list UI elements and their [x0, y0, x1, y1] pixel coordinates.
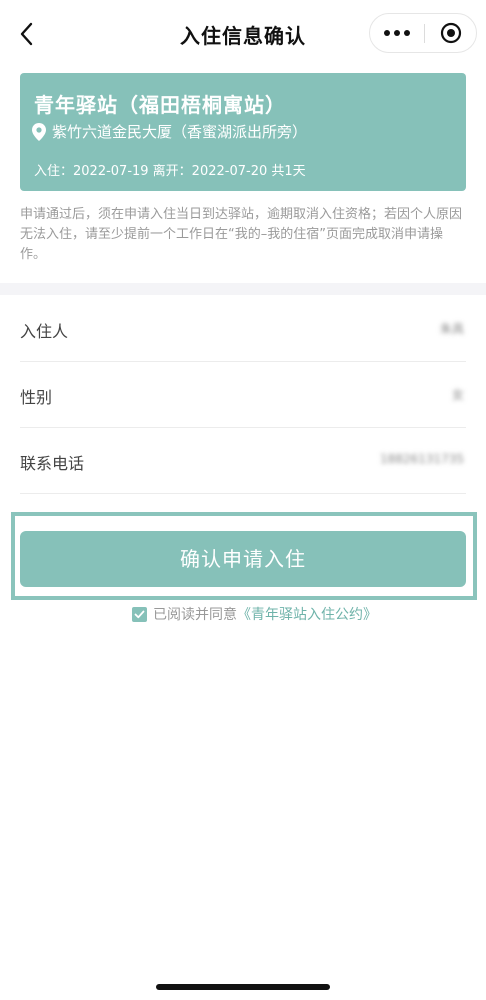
form-row-gender: 性别 女	[20, 362, 466, 428]
guest-label: 入住人	[20, 322, 69, 341]
target-close-icon	[440, 22, 462, 44]
checkmark-icon	[134, 610, 145, 618]
hostel-info-card: 青年驿站（福田梧桐寓站） 紫竹六道金民大厦（香蜜湖派出所旁） 入住：2022-0…	[20, 73, 466, 191]
close-mini-program-button[interactable]	[425, 14, 477, 52]
navigation-bar: 入住信息确认	[0, 0, 486, 66]
agreement-checkbox[interactable]	[132, 606, 147, 622]
more-dots-icon	[384, 30, 390, 36]
hostel-address: 紫竹六道金民大厦（香蜜湖派出所旁）	[32, 121, 307, 142]
guest-value: 朱具	[439, 322, 464, 336]
stay-dates: 入住：2022-07-19 离开：2022-07-20 共1天	[34, 164, 306, 179]
section-divider	[0, 283, 486, 295]
confirm-apply-button[interactable]: 确认申请入住	[20, 531, 466, 587]
gender-value: 女	[451, 388, 464, 402]
hostel-name: 青年驿站（福田梧桐寓站）	[34, 93, 286, 117]
form-row-phone: 联系电话 18826131735	[20, 428, 466, 494]
home-indicator[interactable]	[156, 984, 330, 990]
hostel-address-text: 紫竹六道金民大厦（香蜜湖派出所旁）	[52, 123, 308, 141]
agreement-row: 已阅读并同意 《青年驿站入住公约》	[132, 604, 377, 624]
agreement-link[interactable]: 《青年驿站入住公约》	[237, 604, 377, 624]
phone-value: 18826131735	[380, 452, 464, 466]
more-button[interactable]	[370, 14, 424, 52]
mini-program-capsule	[369, 13, 477, 53]
gender-label: 性别	[20, 388, 53, 407]
form-row-guest: 入住人 朱具	[20, 296, 466, 362]
application-notice: 申请通过后，须在申请入住当日到达驿站，逾期取消入住资格；若因个人原因无法入住，请…	[20, 207, 463, 262]
agreement-prefix: 已阅读并同意	[153, 607, 237, 623]
phone-label: 联系电话	[20, 454, 85, 473]
location-pin-icon	[32, 122, 46, 141]
